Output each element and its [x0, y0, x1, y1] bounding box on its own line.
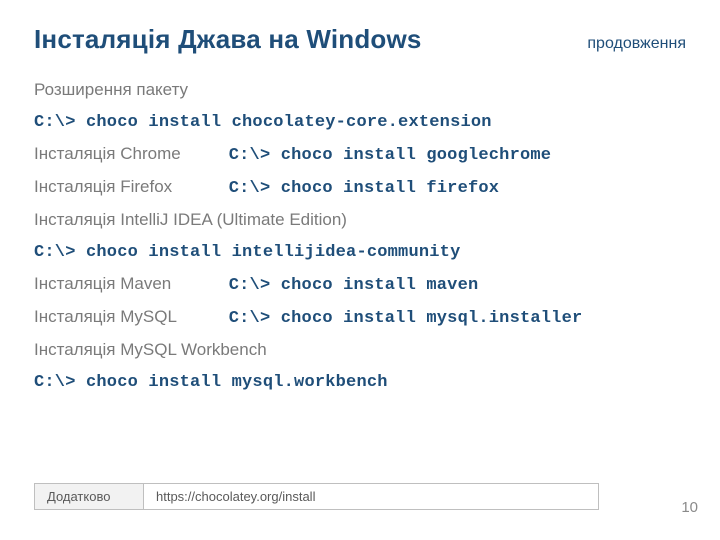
chrome-line: Інсталяція Chrome C:\> choco install goo… [34, 145, 686, 164]
page-subtitle: продовження [587, 35, 686, 53]
ext-cmd: C:\> choco install chocolatey-core.exten… [34, 113, 492, 132]
workbench-cmd-line: C:\> choco install mysql.workbench [34, 372, 686, 391]
table-row: Додатково https://chocolatey.org/install [35, 484, 599, 510]
page-title: Інсталяція Джава на Windows [34, 24, 422, 55]
maven-line: Інсталяція Maven C:\> choco install mave… [34, 275, 686, 294]
intellij-label-line: Інсталяція IntelliJ IDEA (Ultimate Editi… [34, 211, 686, 228]
intellij-cmd: C:\> choco install intellijidea-communit… [34, 243, 460, 262]
firefox-label: Інсталяція Firefox [34, 178, 224, 195]
intellij-cmd-line: C:\> choco install intellijidea-communit… [34, 242, 686, 261]
firefox-line: Інсталяція Firefox C:\> choco install fi… [34, 178, 686, 197]
firefox-cmd: C:\> choco install firefox [229, 179, 499, 198]
chrome-label: Інсталяція Chrome [34, 145, 224, 162]
ext-label: Розширення пакету [34, 81, 188, 98]
mysql-label: Інсталяція MySQL [34, 308, 224, 325]
mysql-cmd: C:\> choco install mysql.installer [229, 309, 583, 328]
ext-label-line: Розширення пакету [34, 81, 686, 98]
workbench-cmd: C:\> choco install mysql.workbench [34, 373, 388, 392]
page-number: 10 [681, 499, 698, 516]
footer-label: Додатково [35, 484, 144, 510]
maven-cmd: C:\> choco install maven [229, 276, 479, 295]
workbench-label-line: Інсталяція MySQL Workbench [34, 341, 686, 358]
slide-body: Розширення пакету C:\> choco install cho… [34, 81, 686, 391]
mysql-line: Інсталяція MySQL C:\> choco install mysq… [34, 308, 686, 327]
title-row: Інсталяція Джава на Windows продовження [34, 24, 686, 55]
ext-cmd-line: C:\> choco install chocolatey-core.exten… [34, 112, 686, 131]
chrome-cmd: C:\> choco install googlechrome [229, 146, 551, 165]
workbench-label: Інсталяція MySQL Workbench [34, 341, 267, 358]
slide: Інсталяція Джава на Windows продовження … [0, 0, 720, 540]
intellij-label: Інсталяція IntelliJ IDEA (Ultimate Editi… [34, 211, 347, 228]
footer-table: Додатково https://chocolatey.org/install [34, 483, 599, 510]
maven-label: Інсталяція Maven [34, 275, 224, 292]
footer-url: https://chocolatey.org/install [144, 484, 599, 510]
